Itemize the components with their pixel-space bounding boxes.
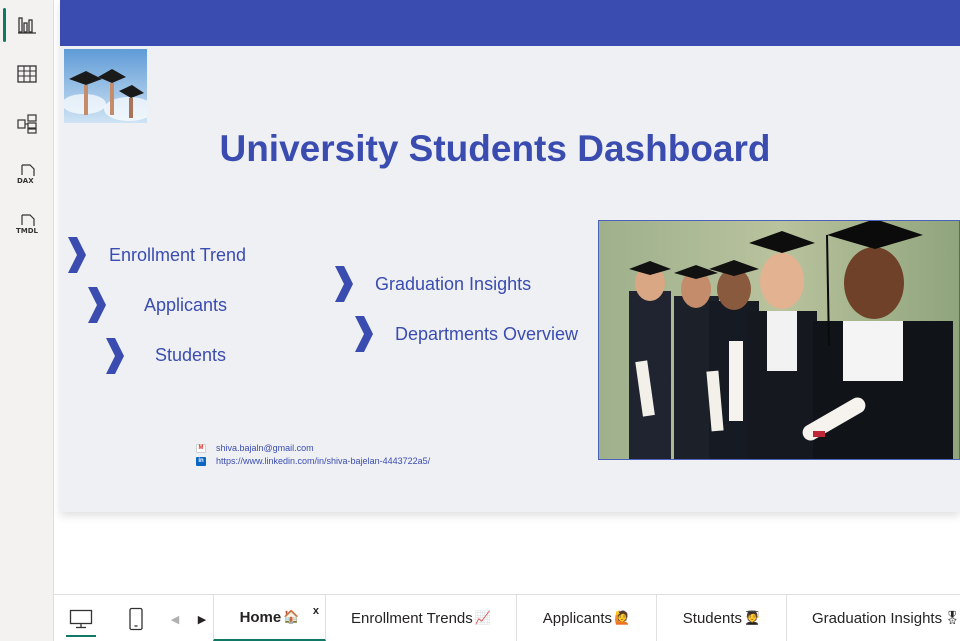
tab-label: Graduation Insights xyxy=(812,609,943,627)
table-view-button[interactable] xyxy=(0,51,54,97)
page-tabs-bar: ◀ ▶ Home 🏠 x Enrollment Trends 📈 Applicant… xyxy=(54,594,960,641)
nav-label-applicants[interactable]: Applicants xyxy=(144,295,227,316)
model-view-button[interactable] xyxy=(0,101,54,147)
nav-applicants[interactable] xyxy=(86,287,106,323)
house-icon: 🏠 xyxy=(283,609,300,625)
header-band xyxy=(60,0,960,46)
chevron-right-icon xyxy=(88,287,106,323)
nav-label-students[interactable]: Students xyxy=(155,345,226,366)
nav-students[interactable] xyxy=(104,338,124,374)
table-grid-icon xyxy=(17,65,37,83)
nav-label-graduation-insights[interactable]: Graduation Insights xyxy=(375,274,531,295)
view-switcher-rail: DAX TMDL xyxy=(0,0,54,641)
report-page: University Students Dashboard Enrollment… xyxy=(60,0,960,512)
close-tab-button[interactable]: x xyxy=(313,605,319,617)
graduation-caps-image xyxy=(64,49,147,123)
tab-label: Applicants xyxy=(542,609,613,627)
nav-graduation-insights[interactable] xyxy=(333,266,353,302)
bar-chart-icon xyxy=(18,17,36,34)
model-icon xyxy=(17,114,37,134)
caret-right-icon: ▶ xyxy=(197,613,207,626)
report-canvas: University Students Dashboard Enrollment… xyxy=(54,0,960,594)
nav-departments-overview[interactable] xyxy=(353,316,373,352)
mobile-phone-icon xyxy=(129,607,143,631)
linkedin-url-text[interactable]: https://www.linkedin.com/in/shiva-bajela… xyxy=(216,456,430,466)
tmdl-view-button[interactable]: TMDL xyxy=(0,201,54,247)
chevron-right-icon xyxy=(68,237,86,273)
scroll-tabs-right-button[interactable]: ▶ xyxy=(193,607,211,631)
tab-label: Students xyxy=(682,609,743,627)
dax-label: DAX xyxy=(17,177,34,185)
mobile-layout-button[interactable] xyxy=(118,601,154,637)
graduates-photo xyxy=(598,220,960,460)
tab-applicants[interactable]: Applicants 🙋 xyxy=(517,595,657,641)
chevron-right-icon xyxy=(355,316,373,352)
person-raising-hand-icon: 🙋 xyxy=(614,610,631,626)
tab-students[interactable]: Students 🧑‍🎓 xyxy=(657,595,787,641)
dax-query-view-button[interactable]: DAX xyxy=(0,151,54,197)
report-view-button[interactable] xyxy=(0,2,54,48)
dax-doc-icon: DAX xyxy=(17,164,35,185)
nav-enrollment-trend[interactable] xyxy=(66,237,86,273)
caret-left-icon: ◀ xyxy=(170,613,180,626)
nav-label-departments-overview[interactable]: Departments Overview xyxy=(395,324,578,345)
student-icon: 🧑‍🎓 xyxy=(744,610,761,626)
page-title: University Students Dashboard xyxy=(219,128,771,169)
email-text[interactable]: shiva.bajaln@gmail.com xyxy=(216,443,314,453)
tmdl-label: TMDL xyxy=(16,227,38,235)
tab-enrollment-trends[interactable]: Enrollment Trends 📈 xyxy=(326,595,517,641)
tab-label: Enrollment Trends xyxy=(351,609,473,627)
tab-home[interactable]: Home 🏠 x xyxy=(213,595,326,641)
desktop-monitor-icon xyxy=(69,609,93,629)
chevron-right-icon xyxy=(106,338,124,374)
desktop-layout-button[interactable] xyxy=(63,601,99,637)
nav-label-enrollment-trend[interactable]: Enrollment Trend xyxy=(109,245,246,266)
linkedin-icon: in xyxy=(196,456,206,466)
medal-icon: 🎖 xyxy=(944,610,960,626)
email-contact[interactable]: M shiva.bajaln@gmail.com xyxy=(196,443,314,453)
tab-graduation-insights[interactable]: Graduation Insights 🎖 xyxy=(787,595,960,641)
tab-label: Home xyxy=(239,608,282,626)
chevron-right-icon xyxy=(335,266,353,302)
chart-increasing-icon: 📈 xyxy=(474,610,491,626)
gmail-icon: M xyxy=(196,443,206,453)
linkedin-contact[interactable]: in https://www.linkedin.com/in/shiva-baj… xyxy=(196,456,430,466)
tmdl-doc-icon: TMDL xyxy=(16,214,38,235)
scroll-tabs-left-button[interactable]: ◀ xyxy=(166,607,184,631)
